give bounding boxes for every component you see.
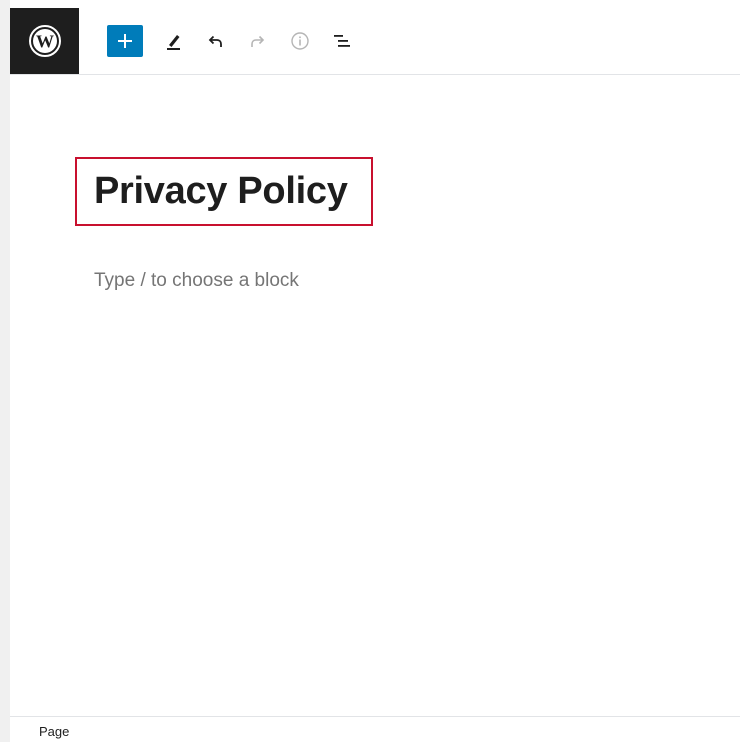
editor-window: W Privacy Policy Type / to choose a bloc… bbox=[10, 0, 740, 742]
pencil-icon bbox=[167, 35, 180, 50]
plus-icon bbox=[118, 34, 132, 48]
add-block-button[interactable] bbox=[107, 25, 143, 57]
wordpress-logo-icon: W bbox=[28, 25, 61, 57]
info-icon bbox=[291, 32, 309, 50]
page-title[interactable]: Privacy Policy bbox=[94, 168, 348, 214]
block-appender-placeholder[interactable]: Type / to choose a block bbox=[94, 269, 299, 293]
redo-button[interactable] bbox=[242, 25, 274, 57]
details-button[interactable] bbox=[284, 25, 316, 57]
tools-button[interactable] bbox=[158, 25, 190, 57]
breadcrumb-page[interactable]: Page bbox=[39, 724, 69, 739]
undo-icon bbox=[208, 35, 222, 47]
undo-button[interactable] bbox=[199, 25, 231, 57]
list-view-button[interactable] bbox=[326, 25, 358, 57]
wordpress-logo-button[interactable]: W bbox=[10, 8, 79, 74]
editor-header-toolbar: W bbox=[10, 8, 740, 75]
block-breadcrumb-bar: Page bbox=[10, 716, 740, 742]
redo-icon bbox=[251, 35, 265, 47]
list-view-icon bbox=[334, 35, 350, 47]
svg-text:W: W bbox=[36, 32, 54, 52]
